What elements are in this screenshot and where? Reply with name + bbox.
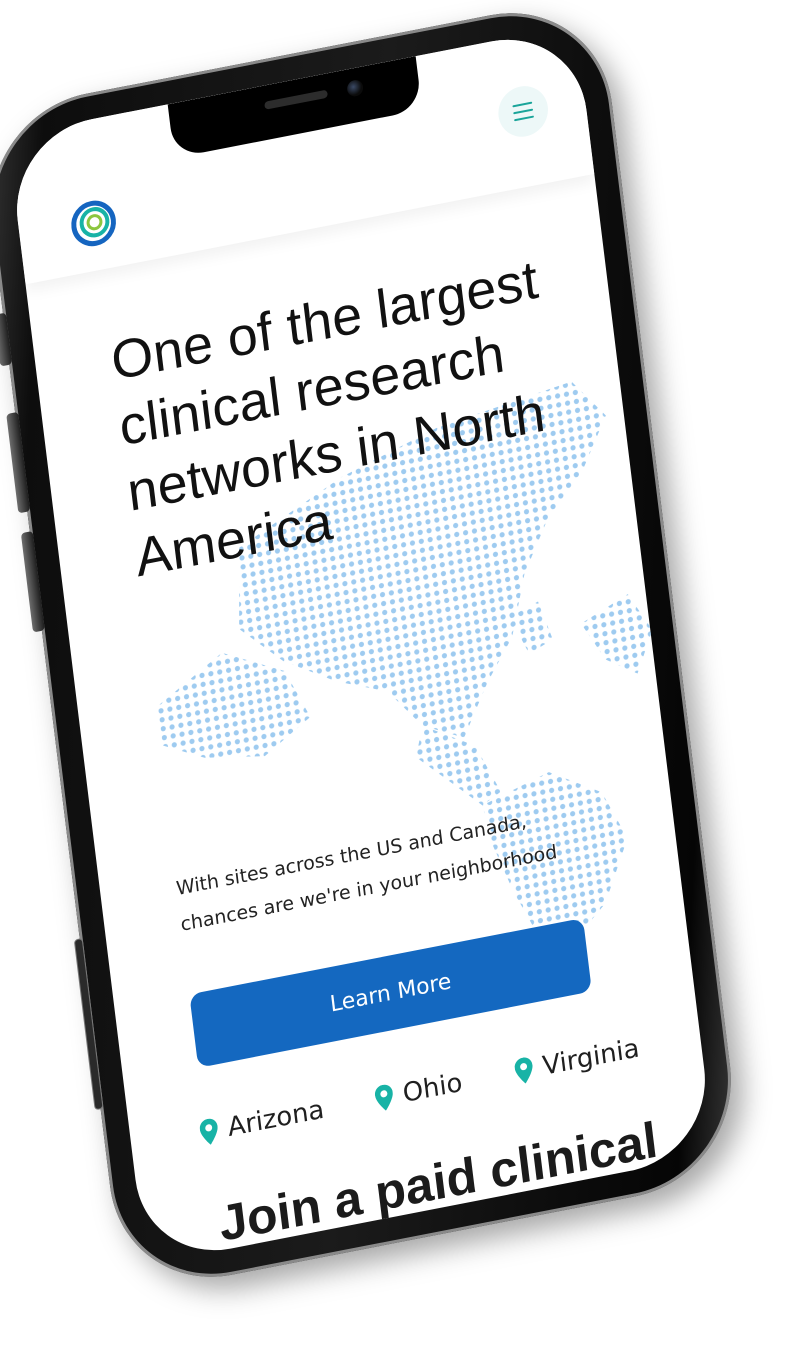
location-virginia[interactable]: Virginia bbox=[513, 1033, 641, 1087]
concentric-circles-logo-icon[interactable] bbox=[68, 196, 119, 250]
hamburger-menu-button[interactable] bbox=[495, 81, 551, 142]
location-label: Ohio bbox=[401, 1067, 464, 1110]
map-pin-icon bbox=[199, 1118, 218, 1145]
map-pin-icon bbox=[374, 1084, 393, 1111]
camera-icon bbox=[346, 78, 364, 98]
map-pin-icon bbox=[514, 1057, 533, 1084]
location-ohio[interactable]: Ohio bbox=[374, 1068, 464, 1115]
location-label: Virginia bbox=[540, 1033, 642, 1082]
speaker-grille bbox=[264, 89, 329, 110]
phone-mockup: One of the largest clinical research net… bbox=[0, 0, 744, 1296]
location-arizona[interactable]: Arizona bbox=[199, 1095, 326, 1149]
location-label: Arizona bbox=[226, 1094, 326, 1144]
